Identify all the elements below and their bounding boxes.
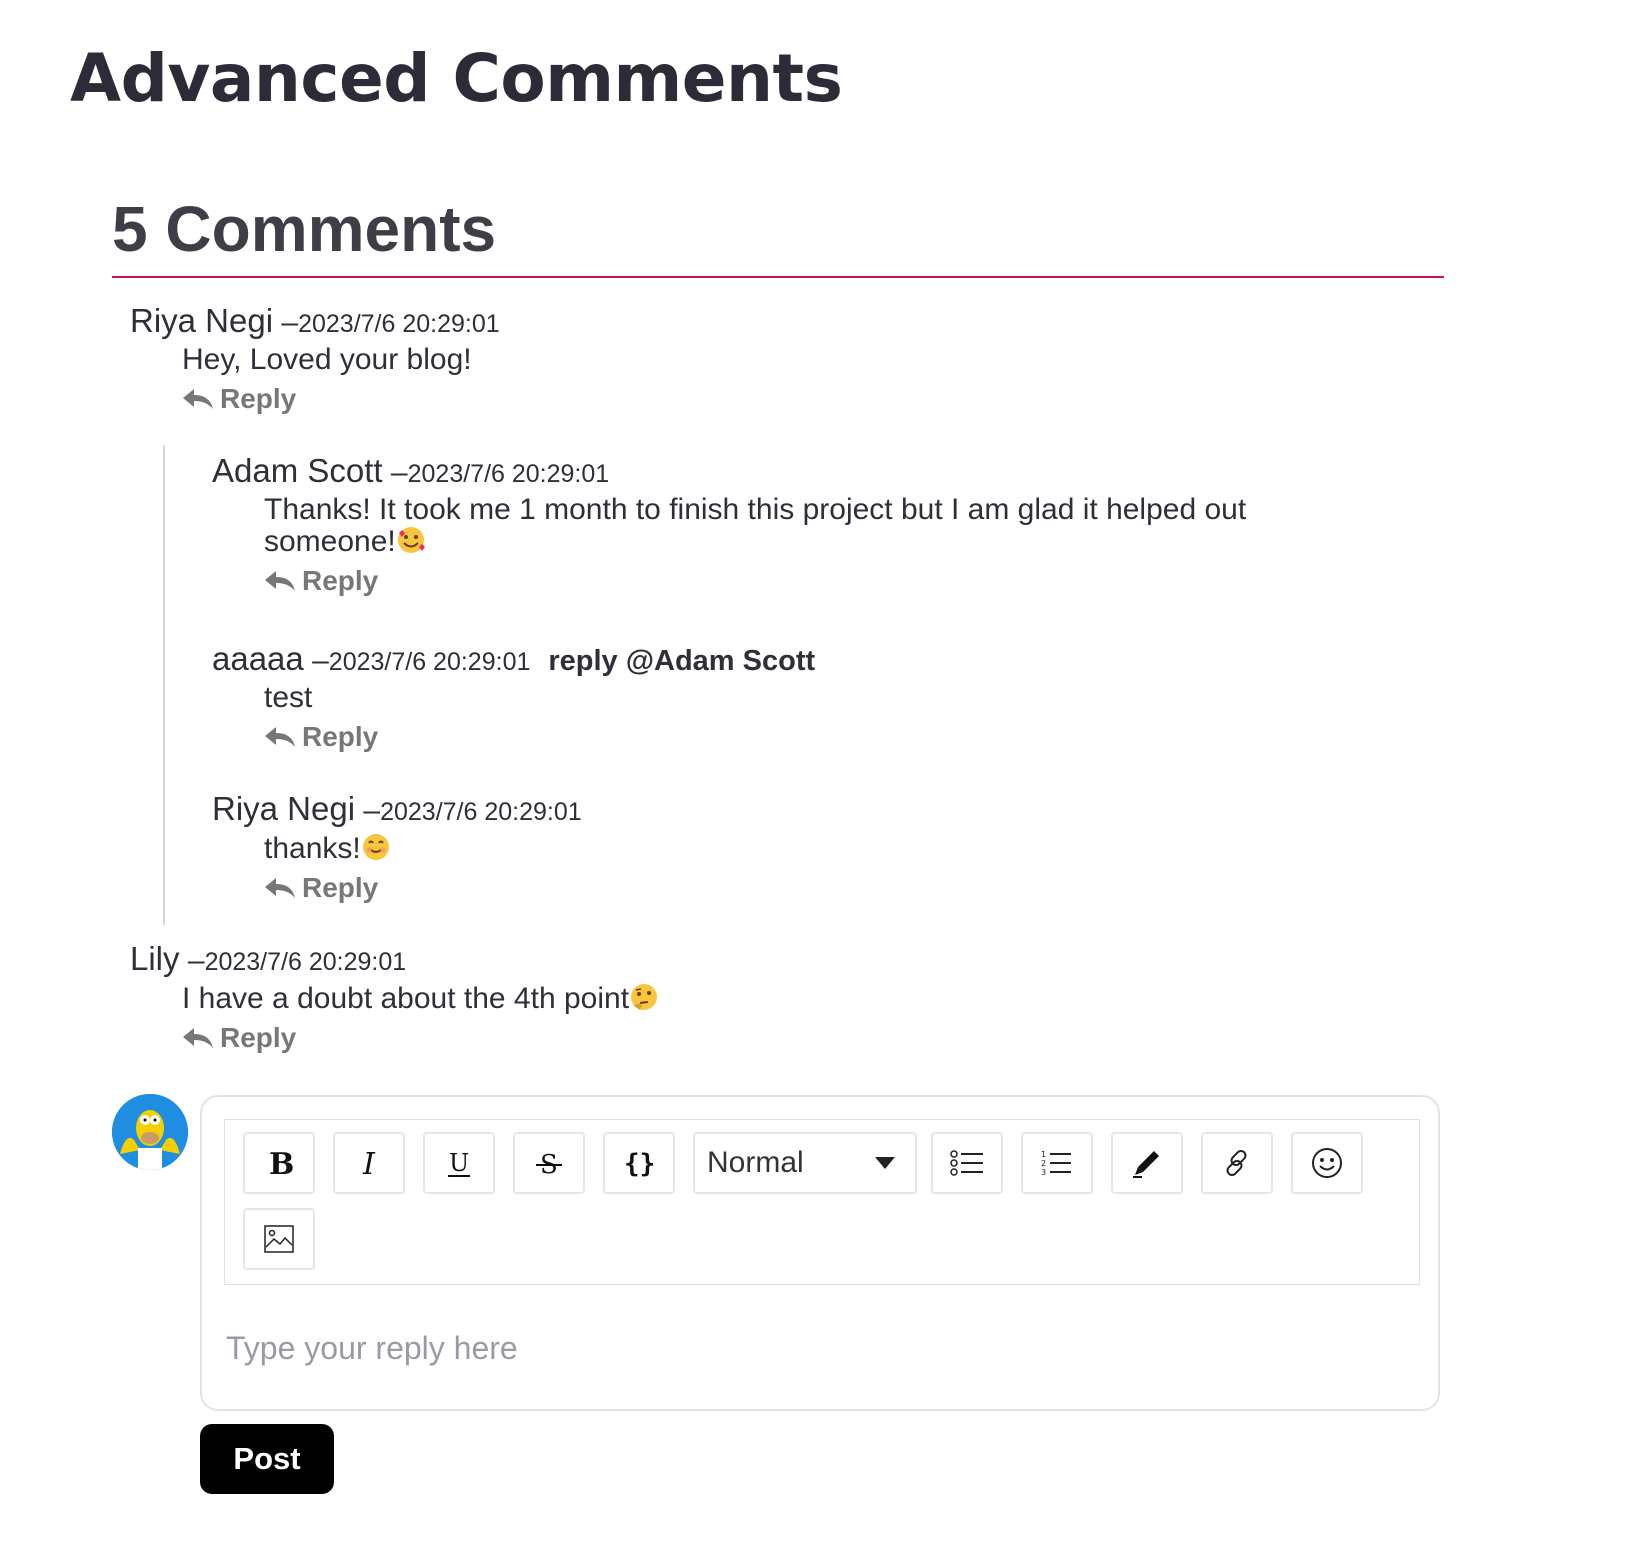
comment-header: aaaaa –2023/7/6 20:29:01 reply @Adam Scot… — [212, 640, 815, 678]
link-button[interactable] — [1201, 1132, 1273, 1194]
header-divider — [112, 276, 1444, 278]
comment-dash: – — [382, 456, 408, 489]
reply-input[interactable] — [224, 1317, 1418, 1379]
smiling-face-with-hearts-icon — [397, 527, 425, 553]
bold-button[interactable]: B — [243, 1132, 315, 1194]
pen-button[interactable] — [1111, 1132, 1183, 1194]
reply-editor: B I U S {} Normal 123 — [200, 1095, 1440, 1411]
comment: Lily –2023/7/6 20:29:01 I have a doubt a… — [130, 940, 659, 1055]
ordered-list-button[interactable]: 123 — [1021, 1132, 1093, 1194]
svg-text:1: 1 — [1041, 1150, 1046, 1159]
comment-header: Riya Negi –2023/7/6 20:29:01 — [212, 790, 582, 828]
comment-author: aaaaa — [212, 640, 304, 677]
reply-button[interactable]: Reply — [264, 872, 378, 904]
comment-timestamp: 2023/7/6 20:29:01 — [407, 460, 610, 488]
link-icon — [1226, 1150, 1247, 1176]
svg-text:3: 3 — [1041, 1168, 1046, 1177]
editor-toolbar: B I U S {} Normal 123 — [224, 1119, 1420, 1285]
reply-arrow-icon — [265, 727, 295, 747]
reply-to-mention[interactable]: reply @Adam Scott — [548, 645, 815, 677]
strikethrough-button[interactable]: S — [513, 1132, 585, 1194]
comment-text: Thanks! It took me 1 month to finish thi… — [264, 493, 1247, 558]
code-block-button[interactable]: {} — [603, 1132, 675, 1194]
svg-text:U: U — [449, 1149, 469, 1177]
reply-arrow-icon — [265, 571, 295, 591]
comment-header: Adam Scott –2023/7/6 20:29:01 — [212, 452, 1432, 490]
emoji-button[interactable] — [1291, 1132, 1363, 1194]
emoji-icon — [1312, 1148, 1342, 1178]
comment-text: Hey, Loved your blog! — [182, 343, 472, 376]
reply-button[interactable]: Reply — [264, 721, 378, 753]
underline-icon: U — [448, 1149, 470, 1177]
format-select-value: Normal — [707, 1146, 804, 1179]
bullet-list-icon — [950, 1150, 983, 1176]
comment-timestamp: 2023/7/6 20:29:01 — [204, 948, 407, 976]
reply-arrow-icon — [265, 878, 295, 898]
italic-icon: I — [362, 1148, 376, 1178]
image-button[interactable] — [243, 1208, 315, 1270]
comment-text: test — [264, 681, 313, 714]
underline-button[interactable]: U — [423, 1132, 495, 1194]
comment-timestamp: 2023/7/6 20:29:01 — [328, 648, 531, 676]
bullet-list-button[interactable] — [931, 1132, 1003, 1194]
page-title: Advanced Comments — [70, 40, 843, 117]
svg-text:2: 2 — [1041, 1159, 1046, 1168]
svg-text:I: I — [362, 1148, 376, 1178]
comment-header: Lily –2023/7/6 20:29:01 — [130, 940, 659, 978]
bold-icon: B — [269, 1148, 294, 1178]
strikethrough-icon: S — [536, 1150, 562, 1178]
pen-icon — [1133, 1151, 1159, 1178]
comment-dash: – — [303, 644, 329, 677]
comment-text: I have a doubt about the 4th point — [182, 982, 659, 1014]
avatar-image — [112, 1094, 188, 1170]
reply-button[interactable]: Reply — [182, 1022, 296, 1054]
comment-timestamp: 2023/7/6 20:29:01 — [298, 310, 500, 338]
comment-author: Riya Negi — [212, 790, 356, 827]
comments-count-heading: 5 Comments — [112, 193, 497, 265]
thread-line — [163, 445, 165, 925]
comment-header: Riya Negi –2023/7/6 20:29:01 — [130, 302, 500, 340]
comment: aaaaa –2023/7/6 20:29:01 reply @Adam Scot… — [212, 640, 815, 754]
comment: Adam Scott –2023/7/6 20:29:01 Thanks! It… — [212, 452, 1432, 598]
italic-button[interactable]: I — [333, 1132, 405, 1194]
format-select[interactable]: Normal — [693, 1132, 917, 1194]
code-icon: {} — [624, 1149, 655, 1178]
comment-author: Riya Negi — [130, 302, 274, 339]
image-icon — [264, 1225, 294, 1253]
svg-text:B: B — [269, 1148, 294, 1178]
comment: Riya Negi –2023/7/6 20:29:01 thanks! Rep… — [212, 790, 582, 905]
reply-button[interactable]: Reply — [264, 565, 378, 597]
comment-text: thanks! — [264, 832, 582, 864]
ordered-list-icon: 123 — [1041, 1150, 1071, 1177]
reply-arrow-icon — [183, 1028, 213, 1048]
reply-button[interactable]: Reply — [182, 383, 296, 415]
post-button[interactable]: Post — [200, 1424, 334, 1494]
thinking-face-icon — [631, 984, 658, 1010]
comment-dash: – — [273, 306, 299, 339]
comment-author: Adam Scott — [212, 452, 383, 489]
svg-text:{}: {} — [624, 1149, 655, 1178]
comment-timestamp: 2023/7/6 20:29:01 — [380, 798, 582, 826]
comment-dash: – — [179, 944, 205, 977]
comment: Riya Negi –2023/7/6 20:29:01 Hey, Loved … — [130, 302, 500, 416]
user-avatar — [112, 1094, 188, 1170]
reply-arrow-icon — [183, 389, 213, 409]
smiling-face-icon — [362, 834, 389, 860]
chevron-down-icon — [875, 1157, 895, 1169]
comment-dash: – — [355, 794, 381, 827]
comment-author: Lily — [130, 940, 180, 977]
